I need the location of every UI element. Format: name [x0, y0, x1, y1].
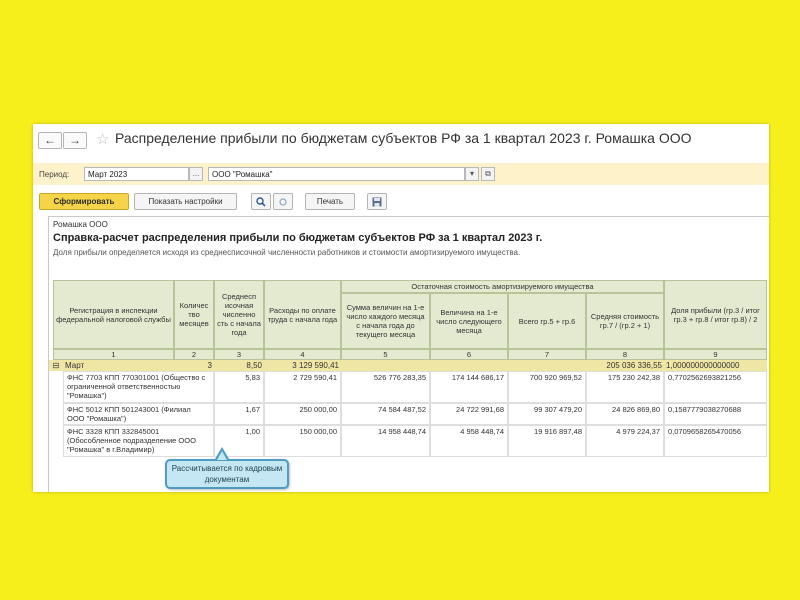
- save-icon[interactable]: [367, 193, 387, 210]
- header-registration: Регистрация в инспекции федеральной нало…: [53, 280, 174, 349]
- period-select-button[interactable]: ...: [189, 167, 203, 181]
- total-row-label: Март: [63, 360, 174, 371]
- table-row-next-month: 24 722 991,68: [430, 403, 508, 425]
- forward-arrow-icon[interactable]: →: [63, 132, 87, 149]
- table-row-avg-count: 5,83: [214, 371, 264, 403]
- header-total: Всего гр.5 + гр.6: [508, 293, 586, 349]
- total-labor-value: 3 129 590,41: [292, 361, 339, 370]
- total-months: 3: [174, 360, 214, 371]
- table-row-avg-cost: 175 230 242,38: [586, 371, 664, 403]
- column-number: 7: [508, 349, 586, 360]
- print-button[interactable]: Печать: [305, 193, 355, 210]
- header-labor-costs: Расходы по оплате труда с начала года: [264, 280, 341, 349]
- total-share: 1,000000000000000: [664, 360, 767, 371]
- table-row-sum-first: 74 584 487,52: [341, 403, 430, 425]
- organization-dropdown-icon[interactable]: ▾: [465, 167, 479, 181]
- column-number: 6: [430, 349, 508, 360]
- period-field[interactable]: Март 2023: [84, 167, 189, 181]
- table-row-sum-first: 526 776 283,35: [341, 371, 430, 403]
- table-row-labor: 150 000,00: [264, 425, 341, 457]
- report-organization: Ромашка ООО: [53, 220, 108, 229]
- report-area: Ромашка ООО Справка-расчет распределения…: [48, 216, 769, 492]
- callout-pointer-fill: [217, 451, 227, 460]
- table-row-labor: 250 000,00: [264, 403, 341, 425]
- table-row-registration: ФНС 7703 КПП 770301001 (Общество с огран…: [63, 371, 214, 403]
- column-number: 4: [264, 349, 341, 360]
- table-row-next-month: 174 144 686,17: [430, 371, 508, 403]
- column-number: 3: [214, 349, 264, 360]
- organization-field[interactable]: ООО "Ромашка": [208, 167, 465, 181]
- column-number: 2: [174, 349, 214, 360]
- column-number: 1: [53, 349, 174, 360]
- header-assets-group: Остаточная стоимость амортизируемого иму…: [341, 280, 664, 293]
- callout-note: Рассчитывается по кадровым документам: [165, 459, 289, 489]
- table-row-avg-count: 1,67: [214, 403, 264, 425]
- group-collapse-toggle[interactable]: ⊟: [49, 360, 63, 371]
- search-icon[interactable]: [251, 193, 271, 210]
- table-row-total: 99 307 479,20: [508, 403, 586, 425]
- table-row-total: 19 916 897,48: [508, 425, 586, 457]
- total-empty-cells: [341, 360, 586, 371]
- parameters-row: Период: Март 2023 ... ООО "Ромашка" ▾ ⧉: [33, 163, 769, 185]
- table-row-sum-first: 14 958 448,74: [341, 425, 430, 457]
- header-sum-first: Сумма величин на 1-е число каждого месяц…: [341, 293, 430, 349]
- total-avg-count: 8,50: [214, 360, 264, 371]
- table-row-next-month: 4 958 448,74: [430, 425, 508, 457]
- table-row-share: 0,0709658265470056: [664, 425, 767, 457]
- table-row-registration: ФНС 3328 КПП 332845001 (Обособленное под…: [63, 425, 214, 457]
- table-row-avg-cost: 4 979 224,37: [586, 425, 664, 457]
- organization-open-icon[interactable]: ⧉: [481, 167, 495, 181]
- header-months: Количес тво месяцев: [174, 280, 214, 349]
- header-next-month: Величина на 1-е число следующего месяца: [430, 293, 508, 349]
- header-avg-count: Среднесп исочная численно сть с начала г…: [214, 280, 264, 349]
- period-label: Период:: [39, 170, 70, 179]
- table-row-avg-cost: 24 826 869,80: [586, 403, 664, 425]
- favorite-star-icon[interactable]: ☆: [96, 130, 109, 148]
- report-title: Справка-расчет распределения прибыли по …: [53, 232, 543, 244]
- column-number: 5: [341, 349, 430, 360]
- table-row-share: 0,1587779038270688: [664, 403, 767, 425]
- header-profit-share: Доля прибыли (гр.3 / итог гр.3 + гр.8 / …: [664, 280, 767, 349]
- table-row-labor: 2 729 590,41: [264, 371, 341, 403]
- generate-button[interactable]: Сформировать: [39, 193, 129, 210]
- column-number: 8: [586, 349, 664, 360]
- report-subtitle: Доля прибыли определяется исходя из сред…: [53, 248, 521, 257]
- window-title: Распределение прибыли по бюджетам субъек…: [115, 130, 692, 146]
- table-row-total: 700 920 969,52: [508, 371, 586, 403]
- report-window: ← → ☆ Распределение прибыли по бюджетам …: [33, 124, 769, 492]
- total-labor: 3 129 590,41: [264, 360, 341, 371]
- back-arrow-icon[interactable]: ←: [38, 132, 62, 149]
- table-row-share: 0,7702562693821256: [664, 371, 767, 403]
- total-avg-cost: 205 036 336,55: [586, 360, 664, 371]
- column-number: 9: [664, 349, 767, 360]
- toolbar: Сформировать Показать настройки Печать: [33, 190, 769, 214]
- table-row-registration: ФНС 5012 КПП 501243001 (Филиал ООО "Рома…: [63, 403, 214, 425]
- title-bar: ← → ☆ Распределение прибыли по бюджетам …: [33, 124, 769, 158]
- search-settings-icon[interactable]: [273, 193, 293, 210]
- show-settings-button[interactable]: Показать настройки: [134, 193, 237, 210]
- header-avg-cost: Средняя стоимость гр.7 / (гр.2 + 1): [586, 293, 664, 349]
